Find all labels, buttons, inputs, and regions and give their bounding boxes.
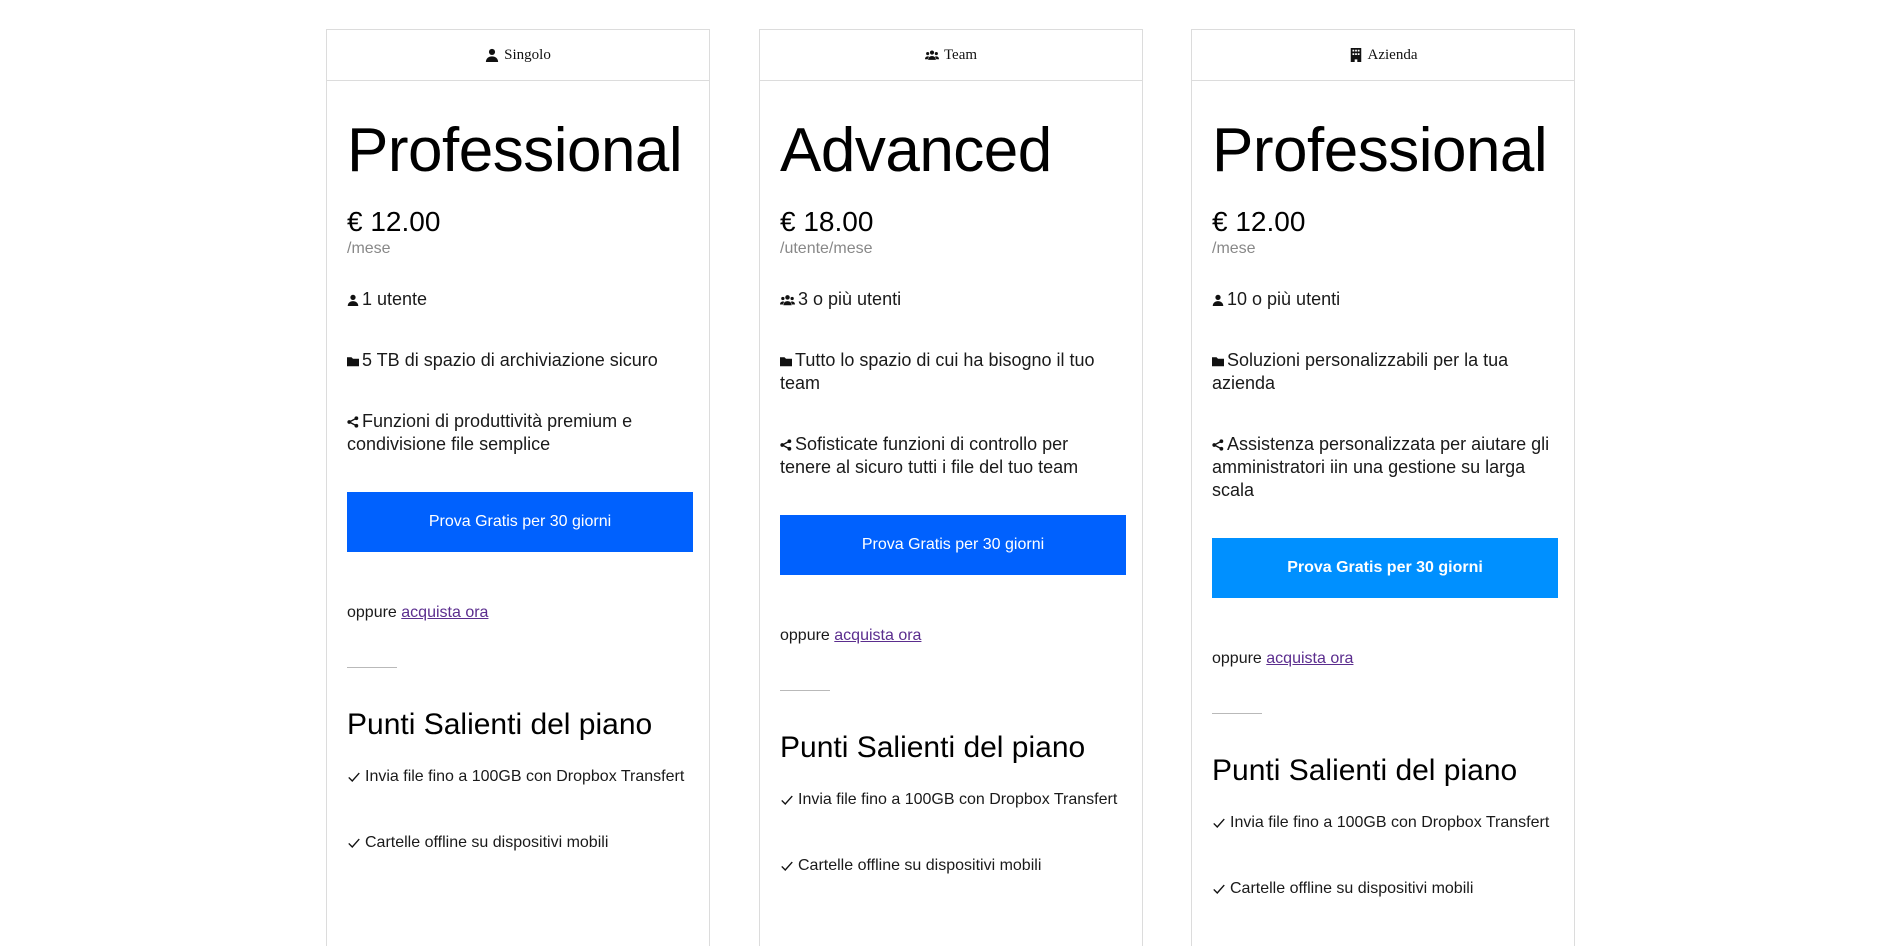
share-icon [1212, 439, 1224, 451]
highlight-item: Invia file fino a 100GB con Dropbox Tran… [1212, 814, 1554, 832]
check-icon [348, 772, 360, 782]
plan-name: Advanced [780, 116, 1052, 185]
plan-name: Professional [347, 116, 683, 185]
plan-period: /mese [347, 239, 391, 257]
check-icon [348, 838, 360, 848]
feature-users: 10 o più utenti [1212, 288, 1554, 311]
tab-label: Team [943, 46, 978, 63]
plan-name: Professional [1212, 116, 1548, 185]
or-buy-line: oppure acquista ora [780, 626, 922, 644]
highlight-item: Cartelle offline su dispositivi mobili [780, 857, 1122, 875]
folder-icon [347, 357, 359, 367]
share-icon [780, 439, 792, 451]
plan-card-team: Team Advanced € 18.00 /utente/mese 3 o p… [759, 29, 1143, 946]
highlight-item: Cartelle offline su dispositivi mobili [347, 834, 689, 852]
tab-azienda[interactable]: Azienda [1192, 30, 1574, 81]
feature-list: 1 utente 5 TB di spazio di archiviazione… [347, 288, 689, 456]
free-trial-button[interactable]: Prova Gratis per 30 giorni [347, 491, 693, 552]
feature-storage: Soluzioni personalizzabili per la tua az… [1212, 349, 1509, 393]
user-icon [347, 294, 359, 306]
highlight-item: Invia file fino a 100GB con Dropbox Tran… [780, 791, 1122, 809]
check-icon [781, 795, 793, 805]
share-icon [347, 416, 359, 428]
feature-list: 10 o più utenti Soluzioni personalizzabi… [1212, 288, 1554, 502]
folder-icon [1212, 357, 1224, 367]
buy-now-link[interactable]: acquista ora [401, 604, 488, 621]
user-icon [1212, 294, 1224, 306]
users-icon [780, 295, 795, 306]
feature-users: 1 utente [347, 288, 689, 311]
free-trial-button[interactable]: Prova Gratis per 30 giorni [1212, 537, 1558, 598]
plan-period: /utente/mese [780, 239, 873, 257]
folder-icon [780, 357, 792, 367]
check-icon [1213, 818, 1225, 828]
check-icon [1213, 884, 1225, 894]
plan-card-azienda: Azienda Professional € 12.00 /mese 10 o … [1191, 29, 1575, 946]
highlights-title: Punti Salienti del piano [347, 707, 653, 741]
feature-users: 3 o più utenti [780, 288, 1122, 311]
pricing-plans: Singolo Professional € 12.00 /mese 1 ute… [0, 0, 1899, 946]
highlight-item: Cartelle offline su dispositivi mobili [1212, 880, 1554, 898]
plan-price: € 18.00 [780, 206, 874, 238]
highlights-title: Punti Salienti del piano [780, 730, 1086, 764]
feature-sharing: Assistenza personalizzata per aiutare gl… [1212, 433, 1550, 500]
tab-label: Azienda [1367, 46, 1418, 63]
user-icon [485, 48, 499, 62]
feature-storage: Tutto lo spazio di cui ha bisogno il tuo… [780, 349, 1095, 393]
or-buy-line: oppure acquista ora [1212, 649, 1354, 667]
highlight-item: Invia file fino a 100GB con Dropbox Tran… [347, 768, 689, 786]
divider [347, 666, 397, 668]
plan-period: /mese [1212, 239, 1256, 257]
feature-storage: 5 TB di spazio di archiviazione sicuro [347, 349, 689, 372]
or-buy-line: oppure acquista ora [347, 603, 489, 621]
plan-price: € 12.00 [347, 206, 441, 238]
divider [780, 689, 830, 691]
tab-label: Singolo [504, 46, 551, 63]
feature-sharing: Funzioni di produttività premium e condi… [347, 410, 633, 454]
check-icon [781, 861, 793, 871]
plan-card-singolo: Singolo Professional € 12.00 /mese 1 ute… [326, 29, 710, 946]
users-icon [924, 48, 939, 62]
buy-now-link[interactable]: acquista ora [834, 627, 921, 644]
feature-list: 3 o più utenti Tutto lo spazio di cui ha… [780, 288, 1122, 479]
highlights-title: Punti Salienti del piano [1212, 753, 1518, 787]
tab-team[interactable]: Team [760, 30, 1142, 81]
feature-sharing: Sofisticate funzioni di controllo per te… [780, 433, 1079, 477]
divider [1212, 712, 1262, 714]
free-trial-button[interactable]: Prova Gratis per 30 giorni [780, 514, 1126, 575]
tab-singolo[interactable]: Singolo [327, 30, 709, 81]
building-icon [1349, 48, 1363, 62]
buy-now-link[interactable]: acquista ora [1266, 650, 1353, 667]
plan-price: € 12.00 [1212, 206, 1306, 238]
